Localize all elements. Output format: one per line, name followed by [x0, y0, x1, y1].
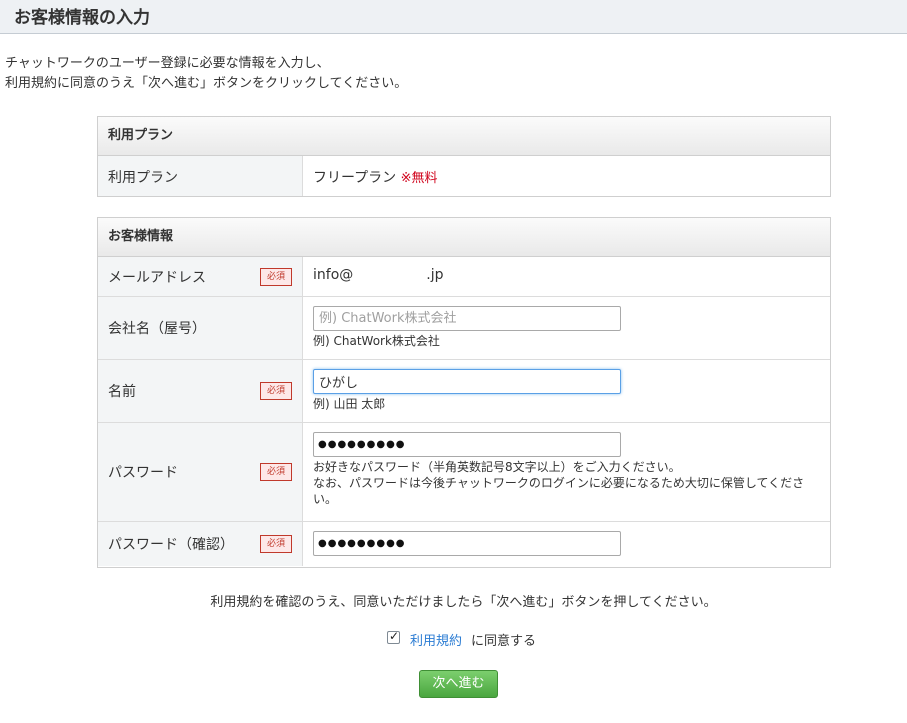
check-icon: ✓	[389, 629, 400, 643]
password-value-cell: ●●●●●●●●● お好きなパスワード（半角英数記号8文字以上）をご入力ください…	[313, 423, 822, 521]
plan-value: フリープラン ※無料	[313, 167, 438, 187]
intro-text: チャットワークのユーザー登録に必要な情報を入力し、 利用規約に同意のうえ「次へ進…	[5, 54, 407, 94]
password-row: パスワード 必須 ●●●●●●●●● お好きなパスワード（半角英数記号8文字以上…	[98, 423, 830, 522]
email-suffix: .jp	[426, 267, 444, 283]
required-badge: 必須	[260, 268, 292, 286]
name-row: 名前 必須 例) 山田 太郎	[98, 360, 830, 423]
email-value-cell: info@ .jp	[313, 257, 822, 296]
email-value: info@ .jp	[313, 267, 444, 283]
password-label-cell: パスワード 必須	[98, 423, 303, 521]
terms-link[interactable]: 利用規約	[410, 630, 462, 649]
agree-checkbox[interactable]: ✓	[387, 629, 400, 644]
name-hint: 例) 山田 太郎	[313, 397, 386, 411]
password-hint-line-1: お好きなパスワード（半角英数記号8文字以上）をご入力ください。	[313, 460, 681, 474]
password-confirm-label: パスワード（確認）	[108, 537, 234, 553]
plan-section: 利用プラン 利用プラン フリープラン ※無料	[97, 116, 831, 197]
password-confirm-value-cell: ●●●●●●●●●	[313, 522, 822, 566]
name-label-cell: 名前 必須	[98, 360, 303, 422]
required-badge: 必須	[260, 535, 292, 553]
free-note: ※無料	[400, 171, 438, 186]
customer-section: お客様情報 メールアドレス 必須 info@ .jp 会社名（屋号） 例) Cha…	[97, 217, 831, 568]
intro-line-1: チャットワークのユーザー登録に必要な情報を入力し、	[5, 56, 330, 71]
password-input[interactable]: ●●●●●●●●●	[313, 432, 621, 457]
name-input[interactable]	[313, 369, 621, 394]
password-confirm-label-cell: パスワード（確認） 必須	[98, 522, 303, 566]
intro-line-2: 利用規約に同意のうえ「次へ進む」ボタンをクリックしてください。	[5, 76, 408, 91]
password-confirm-input[interactable]: ●●●●●●●●●	[313, 531, 621, 556]
company-label-cell: 会社名（屋号）	[98, 297, 303, 359]
email-row: メールアドレス 必須 info@ .jp	[98, 257, 830, 297]
plan-row-label-cell: 利用プラン	[98, 156, 303, 196]
password-hint-line-2: なお、パスワードは今後チャットワークのログインに必要になるため大切に保管してくだ…	[313, 476, 805, 506]
required-badge: 必須	[260, 382, 292, 400]
password-hint: お好きなパスワード（半角英数記号8文字以上）をご入力ください。 なお、パスワード…	[313, 459, 818, 507]
confirm-text: 利用規約を確認のうえ、同意いただけましたら「次へ進む」ボタンを押してください。	[210, 595, 717, 610]
plan-row: 利用プラン フリープラン ※無料	[98, 156, 830, 196]
customer-section-header: お客様情報	[98, 218, 830, 257]
email-label-cell: メールアドレス 必須	[98, 257, 303, 296]
page-title: お客様情報の入力	[14, 8, 150, 28]
company-value-cell: 例) ChatWork株式会社	[313, 297, 822, 359]
plan-value-cell: フリープラン ※無料	[313, 156, 822, 196]
plan-name: フリープラン	[313, 170, 397, 186]
email-prefix: info@	[313, 267, 354, 283]
password-confirm-row: パスワード（確認） 必須 ●●●●●●●●●	[98, 522, 830, 566]
page-title-bar: お客様情報の入力	[0, 0, 907, 34]
next-button[interactable]: 次へ進む	[419, 670, 498, 698]
company-input[interactable]	[313, 306, 621, 331]
email-label: メールアドレス	[108, 270, 206, 286]
name-value-cell: 例) 山田 太郎	[313, 360, 822, 422]
required-badge: 必須	[260, 463, 292, 481]
password-label: パスワード	[108, 465, 178, 481]
plan-section-header: 利用プラン	[98, 117, 830, 156]
plan-label: 利用プラン	[108, 170, 178, 186]
company-hint: 例) ChatWork株式会社	[313, 334, 440, 348]
name-label: 名前	[108, 384, 136, 400]
company-row: 会社名（屋号） 例) ChatWork株式会社	[98, 297, 830, 360]
agree-label: に同意する	[471, 634, 537, 649]
company-label: 会社名（屋号）	[108, 321, 206, 337]
